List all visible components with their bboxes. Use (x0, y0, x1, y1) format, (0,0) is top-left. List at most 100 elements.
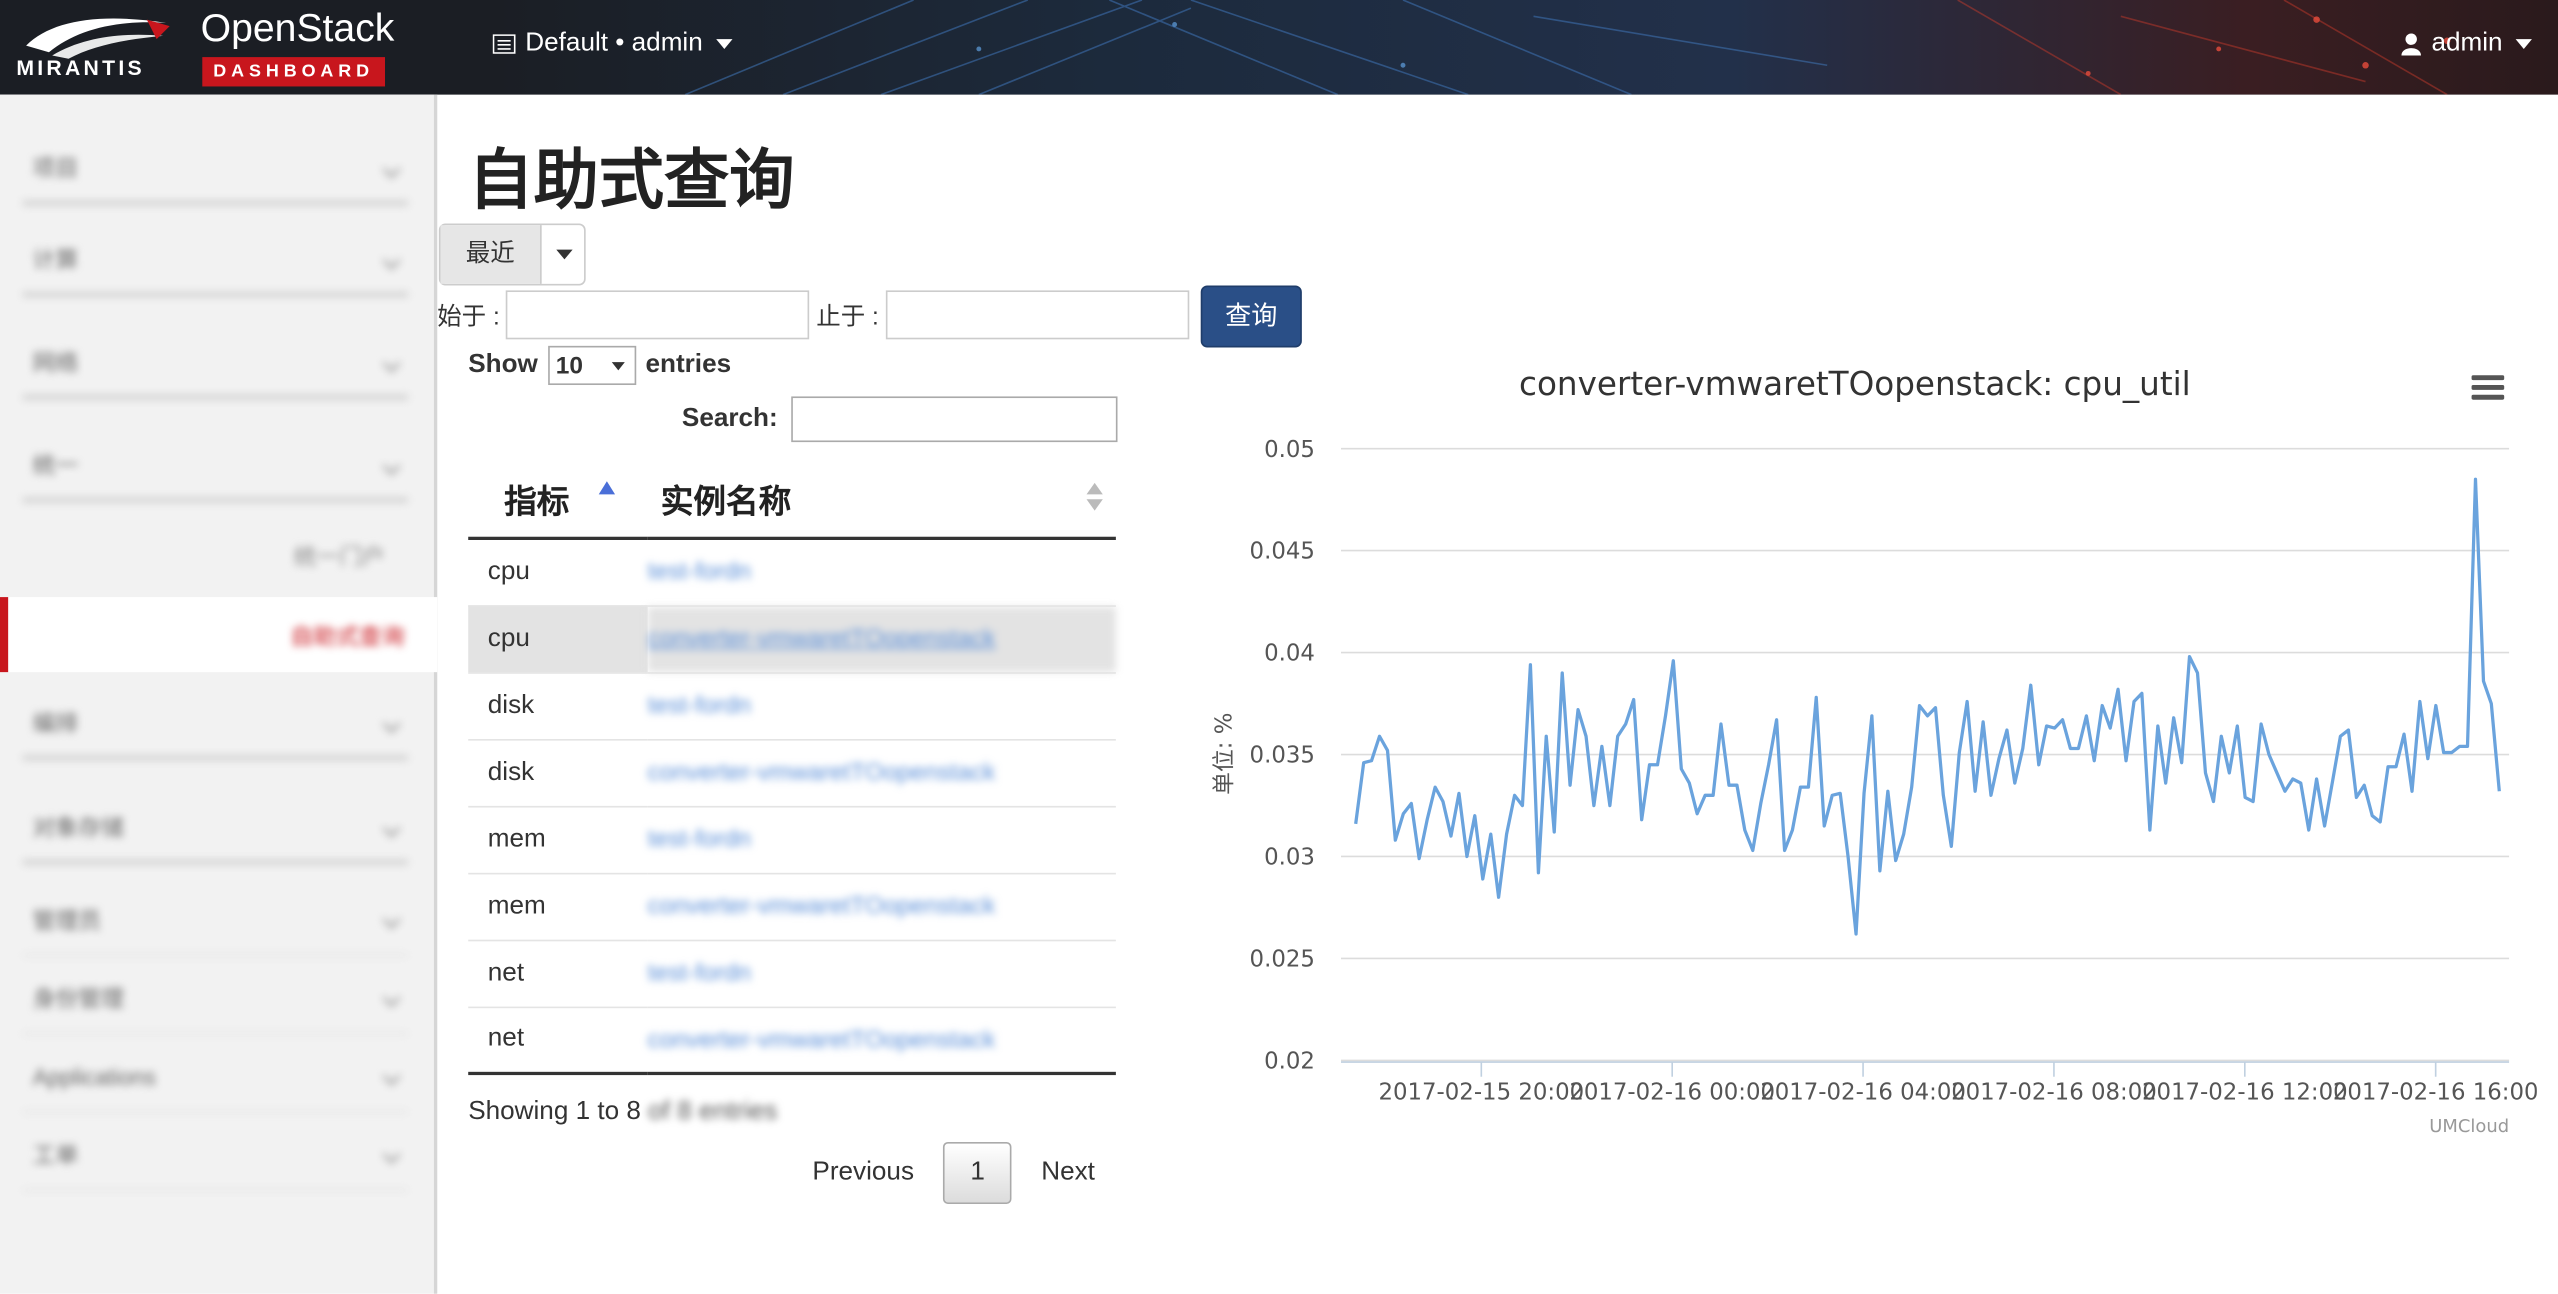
page-length-select[interactable]: 10 (547, 345, 636, 386)
sidebar-subitem-self-query[interactable]: 自助式查询 (0, 597, 438, 673)
sort-icon (1086, 482, 1103, 516)
chevron-down-icon (382, 1145, 401, 1165)
instance-link[interactable]: converter-vmwaretTOopenstack (647, 872, 1116, 941)
chart-credit: UMCloud (2429, 1116, 2509, 1137)
metric-cell: disk (468, 672, 648, 740)
query-button[interactable]: 查询 (1200, 285, 1302, 348)
x-tick-label: 2017-02-16 04:00 (1760, 1080, 1966, 1106)
cpu-util-chart: converter-vmwaretTOopenstack: cpu_util 0.… (1212, 365, 2537, 1137)
chevron-down-icon (715, 39, 733, 49)
project-list-icon (492, 34, 516, 54)
app-root: MIRANTIS OpenStack DASHBOARD Default • a… (0, 0, 2558, 1294)
metric-cell: net (468, 1006, 648, 1076)
sidebar-item-label: 自助式查询 (290, 623, 405, 650)
show-label: Show (468, 350, 538, 379)
page-length-control: Show 10 entries (468, 345, 732, 386)
instance-link[interactable]: converter-vmwaretTOopenstack (647, 605, 1116, 673)
sidebar-item-identity[interactable]: 身份管理 (22, 963, 408, 1035)
instance-link[interactable]: test-fordn (647, 672, 1116, 740)
to-label: 止于 : (816, 302, 879, 331)
from-date-input[interactable] (506, 290, 810, 340)
entries-label: entries (645, 350, 732, 379)
header-background-network-graphic (489, 0, 2558, 95)
metric-cell: cpu (468, 538, 648, 607)
chevron-down-icon (611, 361, 625, 370)
column-header-instance[interactable]: 实例名称 (647, 460, 1116, 540)
sidebar-item-label: 编排 (32, 708, 79, 735)
instance-link[interactable]: test-fordn (647, 805, 1116, 874)
column-header-label: 实例名称 (660, 481, 792, 521)
user-menu[interactable]: admin (2402, 29, 2532, 58)
chevron-down-icon (382, 819, 401, 838)
table-search: Search: (681, 396, 1118, 443)
chevron-down-icon (382, 910, 401, 930)
sidebar-item-project[interactable]: 项目 (22, 134, 408, 206)
table-row: mem test-fordn (468, 805, 1116, 874)
table-info: Showing 1 to 8 of 8 entries (468, 1098, 777, 1127)
table-row: net converter-vmwaretTOopenstack (468, 1006, 1116, 1076)
x-tick-label: 2017-02-16 00:00 (1569, 1080, 1775, 1106)
date-range-row: 始于 : 止于 : (437, 287, 1195, 342)
sidebar-item-tickets[interactable]: 工单 (22, 1119, 408, 1191)
sidebar-item-network[interactable]: 网络 (22, 328, 408, 400)
sidebar-item-applications[interactable]: Applications (22, 1041, 408, 1113)
chevron-down-icon (382, 354, 401, 374)
y-tick-label: 0.03 (1264, 845, 1315, 871)
metric-cell: disk (468, 739, 648, 807)
metric-cell: cpu (468, 605, 648, 673)
from-label: 始于 : (437, 302, 500, 331)
next-page-button[interactable]: Next (1012, 1144, 1124, 1203)
to-date-input[interactable] (885, 290, 1189, 340)
brand-mirantis-text: MIRANTIS (16, 55, 145, 80)
x-tick-label: 2017-02-16 12:00 (2142, 1080, 2348, 1106)
pagination: Previous 1 Next (783, 1141, 1124, 1204)
user-icon (2402, 33, 2422, 56)
page-1-button[interactable]: 1 (943, 1141, 1012, 1204)
instance-link[interactable]: converter-vmwaretTOopenstack (647, 1006, 1116, 1076)
x-tick-label: 2017-02-15 20:00 (1378, 1080, 1584, 1106)
sidebar-subitem-unified-portal[interactable]: 统一门户 (23, 525, 408, 587)
chart-menu-icon[interactable] (2471, 375, 2505, 401)
sidebar-item-orchestration[interactable]: 编排 (22, 688, 408, 761)
chevron-down-icon (382, 457, 401, 476)
column-header-metric[interactable]: 指标 (468, 460, 648, 540)
sidebar-item-label: 对象存储 (32, 813, 124, 840)
project-selector-label: Default • admin (525, 29, 703, 58)
sidebar-item-label: Applications (32, 1062, 156, 1089)
chevron-down-icon (382, 251, 401, 271)
instance-link[interactable]: test-fordn (647, 538, 1116, 607)
column-header-label: 指标 (504, 481, 570, 521)
search-label: Search: (681, 404, 778, 433)
chevron-down-icon (556, 249, 573, 260)
previous-page-button[interactable]: Previous (783, 1144, 943, 1203)
sidebar-item-compute[interactable]: 计算 (22, 225, 408, 297)
chevron-down-icon (2515, 39, 2532, 49)
metric-cell: net (468, 939, 648, 1008)
sidebar-item-label: 网络 (32, 348, 79, 375)
recent-dropdown-toggle[interactable] (542, 225, 584, 284)
project-selector[interactable]: Default • admin (492, 29, 733, 58)
table-row: disk test-fordn (468, 672, 1116, 740)
search-input[interactable] (790, 396, 1118, 443)
x-tick-label: 2017-02-16 16:00 (2333, 1080, 2537, 1106)
table-row: cpu test-fordn (468, 538, 1116, 607)
sidebar-item-unified[interactable]: 统一 (22, 431, 408, 503)
user-menu-label: admin (2431, 29, 2503, 58)
y-tick-label: 0.02 (1264, 1049, 1315, 1075)
sidebar-item-label: 统一 (32, 451, 79, 478)
x-tick-label: 2017-02-16 08:00 (1951, 1080, 2157, 1106)
y-tick-label: 0.04 (1264, 641, 1315, 667)
instance-link[interactable]: converter-vmwaretTOopenstack (647, 739, 1116, 807)
instance-link[interactable]: test-fordn (647, 939, 1116, 1008)
page-length-value: 10 (555, 351, 583, 380)
top-navbar: MIRANTIS OpenStack DASHBOARD Default • a… (0, 0, 2558, 95)
recent-button-group: 最近 (438, 223, 586, 286)
sidebar-item-admin[interactable]: 管理员 (22, 884, 408, 957)
sidebar-item-object-storage[interactable]: 对象存储 (22, 793, 408, 865)
brand-dashboard-badge: DASHBOARD (202, 57, 386, 87)
table-row: disk converter-vmwaretTOopenstack (468, 739, 1116, 807)
chevron-down-icon (382, 989, 401, 1008)
table-info-visible: Showing 1 to 8 (468, 1097, 641, 1126)
recent-button[interactable]: 最近 (440, 225, 542, 284)
y-tick-label: 0.025 (1250, 947, 1315, 973)
